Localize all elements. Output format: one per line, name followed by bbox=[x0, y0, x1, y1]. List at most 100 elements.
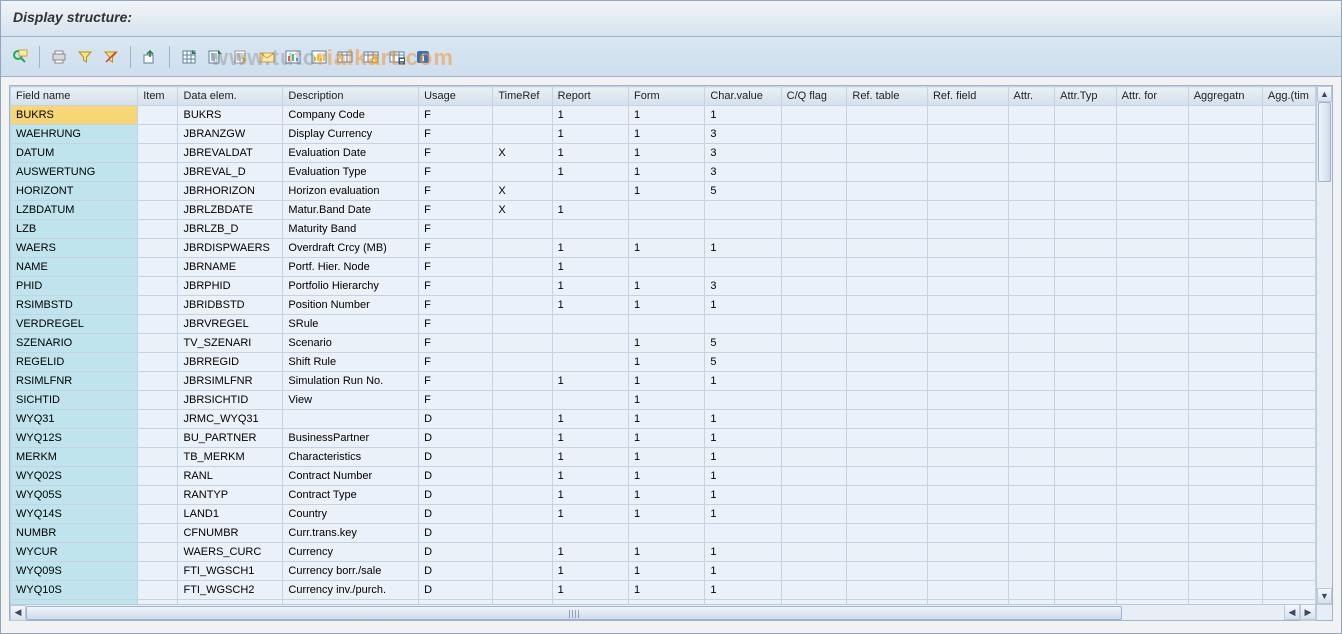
cell-attrfor[interactable] bbox=[1116, 448, 1188, 467]
cell-timeref[interactable] bbox=[493, 543, 552, 562]
cell-reftable[interactable] bbox=[847, 296, 928, 315]
cell-desc[interactable]: Simulation Run No. bbox=[283, 372, 419, 391]
cell-cqflag[interactable] bbox=[781, 201, 847, 220]
cell-form[interactable]: 1 bbox=[629, 144, 705, 163]
table-row[interactable]: SICHTIDJBRSICHTIDViewF1 bbox=[11, 391, 1316, 410]
cell-usage[interactable]: F bbox=[419, 182, 493, 201]
cell-aggreg[interactable] bbox=[1188, 429, 1262, 448]
cell-aggtim[interactable] bbox=[1262, 543, 1315, 562]
cell-usage[interactable]: D bbox=[419, 524, 493, 543]
cell-charval[interactable]: 1 bbox=[705, 562, 781, 581]
table-row[interactable]: AUSWERTUNGJBREVAL_DEvaluation TypeF113 bbox=[11, 163, 1316, 182]
cell-dataelem[interactable]: RANTYP bbox=[178, 486, 283, 505]
hscroll-track[interactable] bbox=[26, 605, 1300, 621]
cell-attrtyp[interactable] bbox=[1055, 372, 1116, 391]
cell-cqflag[interactable] bbox=[781, 144, 847, 163]
cell-reffield[interactable] bbox=[927, 106, 1008, 125]
cell-reftable[interactable] bbox=[847, 581, 928, 600]
cell-item[interactable] bbox=[138, 429, 178, 448]
cell-item[interactable] bbox=[138, 125, 178, 144]
cell-desc[interactable]: Scenario bbox=[283, 334, 419, 353]
cell-timeref[interactable] bbox=[493, 163, 552, 182]
cell-dataelem[interactable]: JBRLZB_D bbox=[178, 220, 283, 239]
cell-form[interactable] bbox=[629, 220, 705, 239]
cell-report[interactable]: 1 bbox=[552, 106, 628, 125]
abc-icon[interactable] bbox=[282, 46, 304, 68]
cell-reffield[interactable] bbox=[927, 258, 1008, 277]
cell-reffield[interactable] bbox=[927, 144, 1008, 163]
cell-reftable[interactable] bbox=[847, 524, 928, 543]
table-row[interactable]: WYQ10SFTI_WGSCH2Currency inv./purch.D111 bbox=[11, 581, 1316, 600]
cell-reftable[interactable] bbox=[847, 467, 928, 486]
cell-charval[interactable] bbox=[705, 258, 781, 277]
cell-attr[interactable] bbox=[1008, 410, 1055, 429]
table-row[interactable]: REGELIDJBRREGIDShift RuleF15 bbox=[11, 353, 1316, 372]
cell-charval[interactable]: 3 bbox=[705, 277, 781, 296]
cell-cqflag[interactable] bbox=[781, 220, 847, 239]
cell-attrfor[interactable] bbox=[1116, 144, 1188, 163]
cell-field[interactable]: NUMBR bbox=[11, 524, 138, 543]
col-reffield[interactable]: Ref. field bbox=[927, 87, 1008, 106]
cell-desc[interactable]: Currency bbox=[283, 543, 419, 562]
cell-reftable[interactable] bbox=[847, 125, 928, 144]
cell-usage[interactable]: F bbox=[419, 334, 493, 353]
cell-attrfor[interactable] bbox=[1116, 467, 1188, 486]
cell-cqflag[interactable] bbox=[781, 106, 847, 125]
cell-usage[interactable]: F bbox=[419, 144, 493, 163]
cell-report[interactable]: 1 bbox=[552, 277, 628, 296]
col-attrtyp[interactable]: Attr.Typ bbox=[1055, 87, 1116, 106]
cell-report[interactable]: 1 bbox=[552, 581, 628, 600]
cell-aggreg[interactable] bbox=[1188, 505, 1262, 524]
cell-aggtim[interactable] bbox=[1262, 391, 1315, 410]
vertical-scrollbar[interactable]: ▲ ▼ bbox=[1316, 86, 1332, 604]
cell-charval[interactable]: 1 bbox=[705, 106, 781, 125]
cell-aggreg[interactable] bbox=[1188, 353, 1262, 372]
cell-timeref[interactable] bbox=[493, 581, 552, 600]
cell-attrfor[interactable] bbox=[1116, 581, 1188, 600]
cell-attrfor[interactable] bbox=[1116, 277, 1188, 296]
cell-desc[interactable]: Currency borr./sale bbox=[283, 562, 419, 581]
layout-change-icon[interactable] bbox=[334, 46, 356, 68]
cell-charval[interactable]: 1 bbox=[705, 486, 781, 505]
cell-reffield[interactable] bbox=[927, 581, 1008, 600]
cell-field[interactable]: DATUM bbox=[11, 144, 138, 163]
cell-aggreg[interactable] bbox=[1188, 201, 1262, 220]
cell-item[interactable] bbox=[138, 486, 178, 505]
table-row[interactable]: WAEHRUNGJBRANZGWDisplay CurrencyF113 bbox=[11, 125, 1316, 144]
cell-reffield[interactable] bbox=[927, 334, 1008, 353]
cell-cqflag[interactable] bbox=[781, 296, 847, 315]
cell-timeref[interactable] bbox=[493, 220, 552, 239]
cell-report[interactable]: 1 bbox=[552, 163, 628, 182]
cell-usage[interactable]: D bbox=[419, 486, 493, 505]
cell-field[interactable]: SZENARIO bbox=[11, 334, 138, 353]
cell-attrfor[interactable] bbox=[1116, 220, 1188, 239]
cell-desc[interactable]: Maturity Band bbox=[283, 220, 419, 239]
table-row[interactable]: WAERSJBRDISPWAERSOverdraft Crcy (MB)F111 bbox=[11, 239, 1316, 258]
cell-dataelem[interactable]: BU_PARTNER bbox=[178, 429, 283, 448]
cell-reffield[interactable] bbox=[927, 448, 1008, 467]
cell-attr[interactable] bbox=[1008, 125, 1055, 144]
cell-desc[interactable]: Country bbox=[283, 505, 419, 524]
cell-field[interactable]: RSIMLFNR bbox=[11, 372, 138, 391]
cell-form[interactable]: 1 bbox=[629, 296, 705, 315]
cell-aggreg[interactable] bbox=[1188, 524, 1262, 543]
cell-attrtyp[interactable] bbox=[1055, 467, 1116, 486]
cell-reftable[interactable] bbox=[847, 372, 928, 391]
cell-dataelem[interactable]: FTI_WGSCH2 bbox=[178, 581, 283, 600]
cell-dataelem[interactable]: JBRLZBDATE bbox=[178, 201, 283, 220]
cell-form[interactable]: 1 bbox=[629, 239, 705, 258]
cell-attrtyp[interactable] bbox=[1055, 486, 1116, 505]
cell-timeref[interactable] bbox=[493, 486, 552, 505]
cell-aggtim[interactable] bbox=[1262, 106, 1315, 125]
cell-reffield[interactable] bbox=[927, 372, 1008, 391]
cell-reftable[interactable] bbox=[847, 562, 928, 581]
export-icon[interactable] bbox=[139, 46, 161, 68]
cell-dataelem[interactable]: JBREVALDAT bbox=[178, 144, 283, 163]
cell-item[interactable] bbox=[138, 296, 178, 315]
cell-usage[interactable]: F bbox=[419, 258, 493, 277]
cell-reffield[interactable] bbox=[927, 467, 1008, 486]
cell-reffield[interactable] bbox=[927, 125, 1008, 144]
cell-attr[interactable] bbox=[1008, 182, 1055, 201]
cell-timeref[interactable] bbox=[493, 258, 552, 277]
cell-item[interactable] bbox=[138, 410, 178, 429]
